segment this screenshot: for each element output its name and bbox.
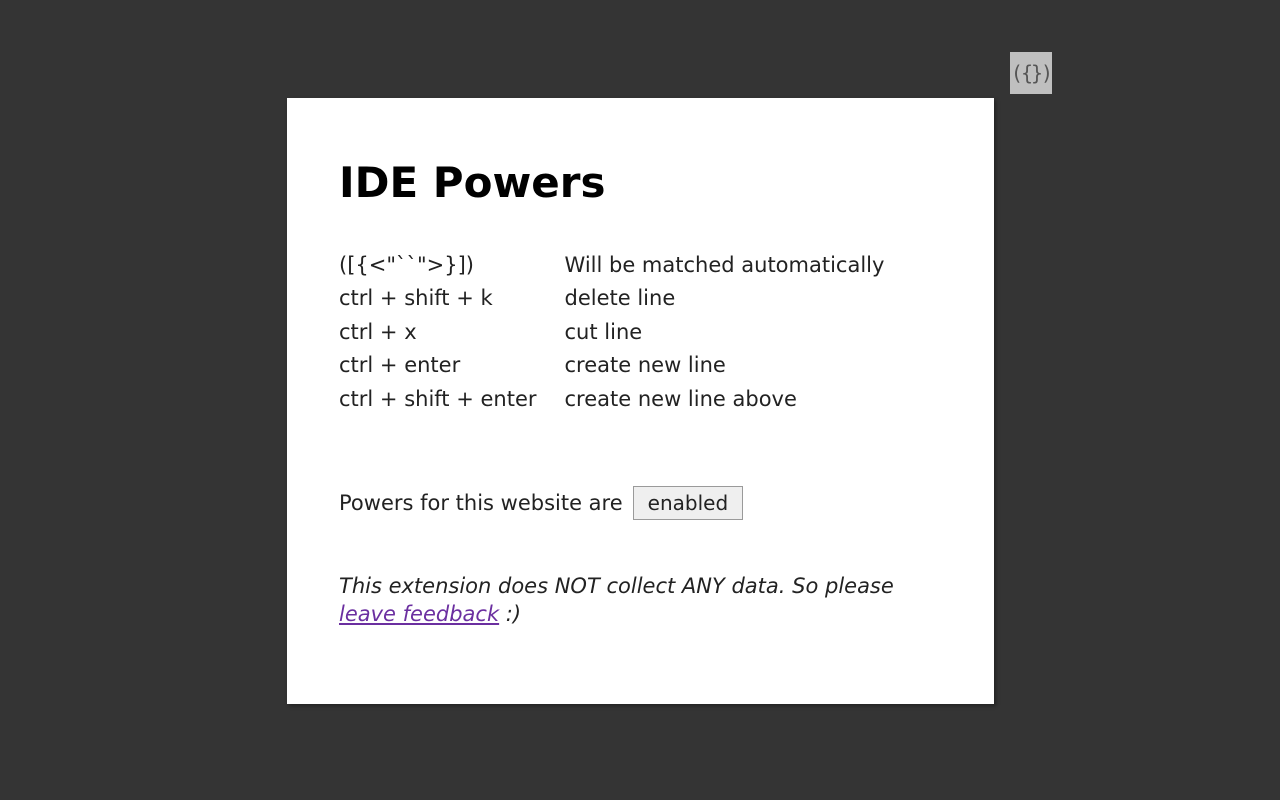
shortcut-key: ([{<"``">}]) (339, 249, 565, 282)
shortcut-key: ctrl + x (339, 316, 565, 349)
shortcut-description: create new line (565, 349, 885, 382)
braces-icon: ({}) (1011, 61, 1051, 85)
leave-feedback-link[interactable]: leave feedback (339, 602, 499, 626)
footer-text-before: This extension does NOT collect ANY data… (339, 574, 894, 598)
shortcut-key: ctrl + enter (339, 349, 565, 382)
shortcut-description: Will be matched automatically (565, 249, 885, 282)
shortcut-row: ctrl + shift + kdelete line (339, 282, 884, 315)
shortcut-description: create new line above (565, 383, 885, 416)
status-text: Powers for this website are (339, 491, 623, 515)
popup-title: IDE Powers (339, 158, 942, 207)
shortcuts-table: ([{<"``">}])Will be matched automaticall… (339, 249, 884, 416)
footer-note: This extension does NOT collect ANY data… (339, 572, 942, 629)
footer-text-after: :) (499, 602, 521, 626)
shortcut-row: ([{<"``">}])Will be matched automaticall… (339, 249, 884, 282)
shortcut-row: ctrl + shift + entercreate new line abov… (339, 383, 884, 416)
extension-popup: IDE Powers ([{<"``">}])Will be matched a… (287, 98, 994, 704)
shortcut-key: ctrl + shift + k (339, 282, 565, 315)
toggle-enabled-button[interactable]: enabled (633, 486, 744, 520)
shortcut-row: ctrl + entercreate new line (339, 349, 884, 382)
shortcut-row: ctrl + xcut line (339, 316, 884, 349)
status-row: Powers for this website are enabled (339, 486, 942, 520)
shortcut-key: ctrl + shift + enter (339, 383, 565, 416)
shortcut-description: cut line (565, 316, 885, 349)
extension-launcher-icon[interactable]: ({}) (1010, 52, 1052, 94)
shortcut-description: delete line (565, 282, 885, 315)
